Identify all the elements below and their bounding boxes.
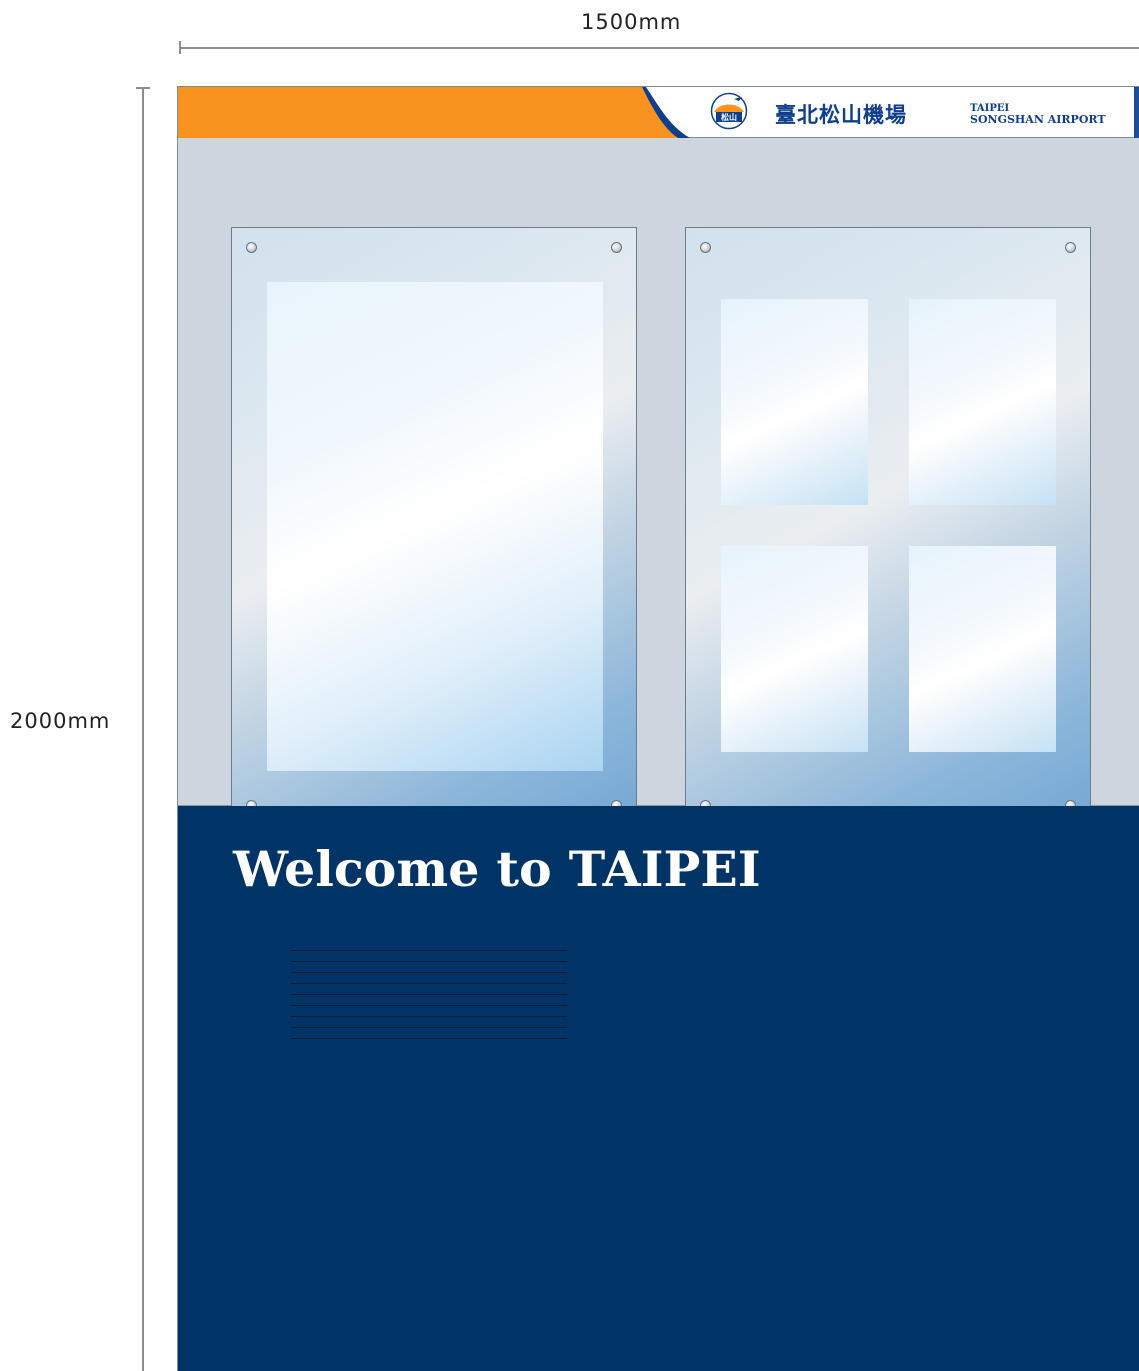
airport-name-chinese: 臺北松山機場 — [775, 103, 907, 127]
welcome-heading: Welcome to TAIPEI — [233, 840, 761, 898]
large-poster-slot — [267, 282, 603, 771]
standoff-screw-icon — [246, 242, 257, 253]
emblem-text: 松山 — [721, 112, 737, 122]
airport-name-english-line2: SONGSHAN AIRPORT — [970, 113, 1106, 126]
placeholder-line — [291, 983, 567, 984]
height-dimension-line — [142, 88, 144, 1371]
standoff-screw-icon — [1065, 242, 1076, 253]
airport-emblem-icon: 松山 — [710, 92, 748, 130]
width-dimension-tick — [179, 41, 181, 54]
placeholder-line — [291, 1027, 567, 1028]
welcome-panel: Welcome to TAIPEI — [178, 806, 1139, 1371]
sign-board: 松山 臺北松山機場 TAIPEI SONGSHAN AIRPORT Welcom… — [177, 86, 1139, 1371]
placeholder-line — [291, 950, 567, 951]
height-dimension-tick — [136, 87, 150, 89]
small-poster-slot-top-left — [721, 299, 868, 505]
right-acrylic-frame — [685, 227, 1091, 826]
height-dimension-label: 2000mm — [10, 709, 111, 733]
small-poster-slot-top-right — [909, 299, 1056, 505]
placeholder-line — [291, 961, 567, 962]
width-dimension-label: 1500mm — [581, 10, 682, 34]
display-panel — [178, 138, 1139, 826]
small-poster-slot-bottom-right — [909, 546, 1056, 752]
placeholder-line — [291, 1038, 567, 1039]
placeholder-line — [291, 994, 567, 995]
placeholder-line — [291, 972, 567, 973]
standoff-screw-icon — [611, 242, 622, 253]
standoff-screw-icon — [700, 242, 711, 253]
small-poster-slot-bottom-left — [721, 546, 868, 752]
text-placeholder-lines — [291, 950, 567, 1049]
header-orange-swoosh — [178, 87, 690, 138]
placeholder-line — [291, 1016, 567, 1017]
width-dimension-line — [179, 47, 1139, 49]
header-blue-edge — [1134, 87, 1139, 138]
left-acrylic-frame — [231, 227, 637, 826]
placeholder-line — [291, 1005, 567, 1006]
header-band: 松山 臺北松山機場 TAIPEI SONGSHAN AIRPORT — [178, 86, 1139, 138]
